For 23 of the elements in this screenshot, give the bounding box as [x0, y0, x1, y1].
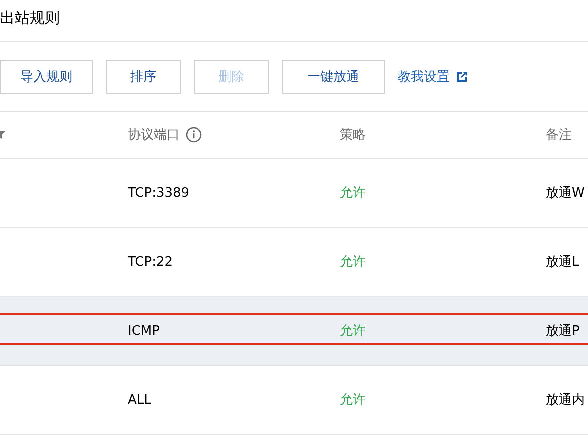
external-link-icon [456, 70, 468, 82]
toolbar-button[interactable]: 一键放通 [282, 60, 385, 94]
table-cell-text: 允许 [340, 323, 367, 340]
help-link[interactable]: 教我设置 [398, 68, 468, 86]
table-cell-text: 允许 [340, 392, 367, 409]
column-header: 备注 [546, 127, 572, 144]
info-icon[interactable] [186, 127, 202, 143]
table-cell-text: ICMP [128, 324, 161, 338]
table-cell-text: 放通内 [546, 392, 586, 409]
table-cell-text: 允许 [340, 185, 367, 202]
section-title: 出站规则 [0, 9, 60, 28]
toolbar-button[interactable]: 排序 [106, 60, 181, 94]
table-cell-text: ALL [128, 392, 152, 408]
filter-icon[interactable] [0, 130, 6, 140]
table-cell-text: 放通P [546, 323, 581, 340]
table-cell-text: 允许 [340, 254, 367, 271]
toolbar-button[interactable]: 导入规则 [0, 60, 93, 94]
column-header: 策略 [340, 127, 366, 144]
column-header: 协议端口 [128, 127, 180, 144]
table-cell-text: 放通L [546, 254, 580, 271]
table-cell-text: TCP:22 [128, 254, 174, 270]
table-cell-text: 放通W [546, 185, 586, 202]
table-cell-text: TCP:3389 [128, 186, 191, 200]
